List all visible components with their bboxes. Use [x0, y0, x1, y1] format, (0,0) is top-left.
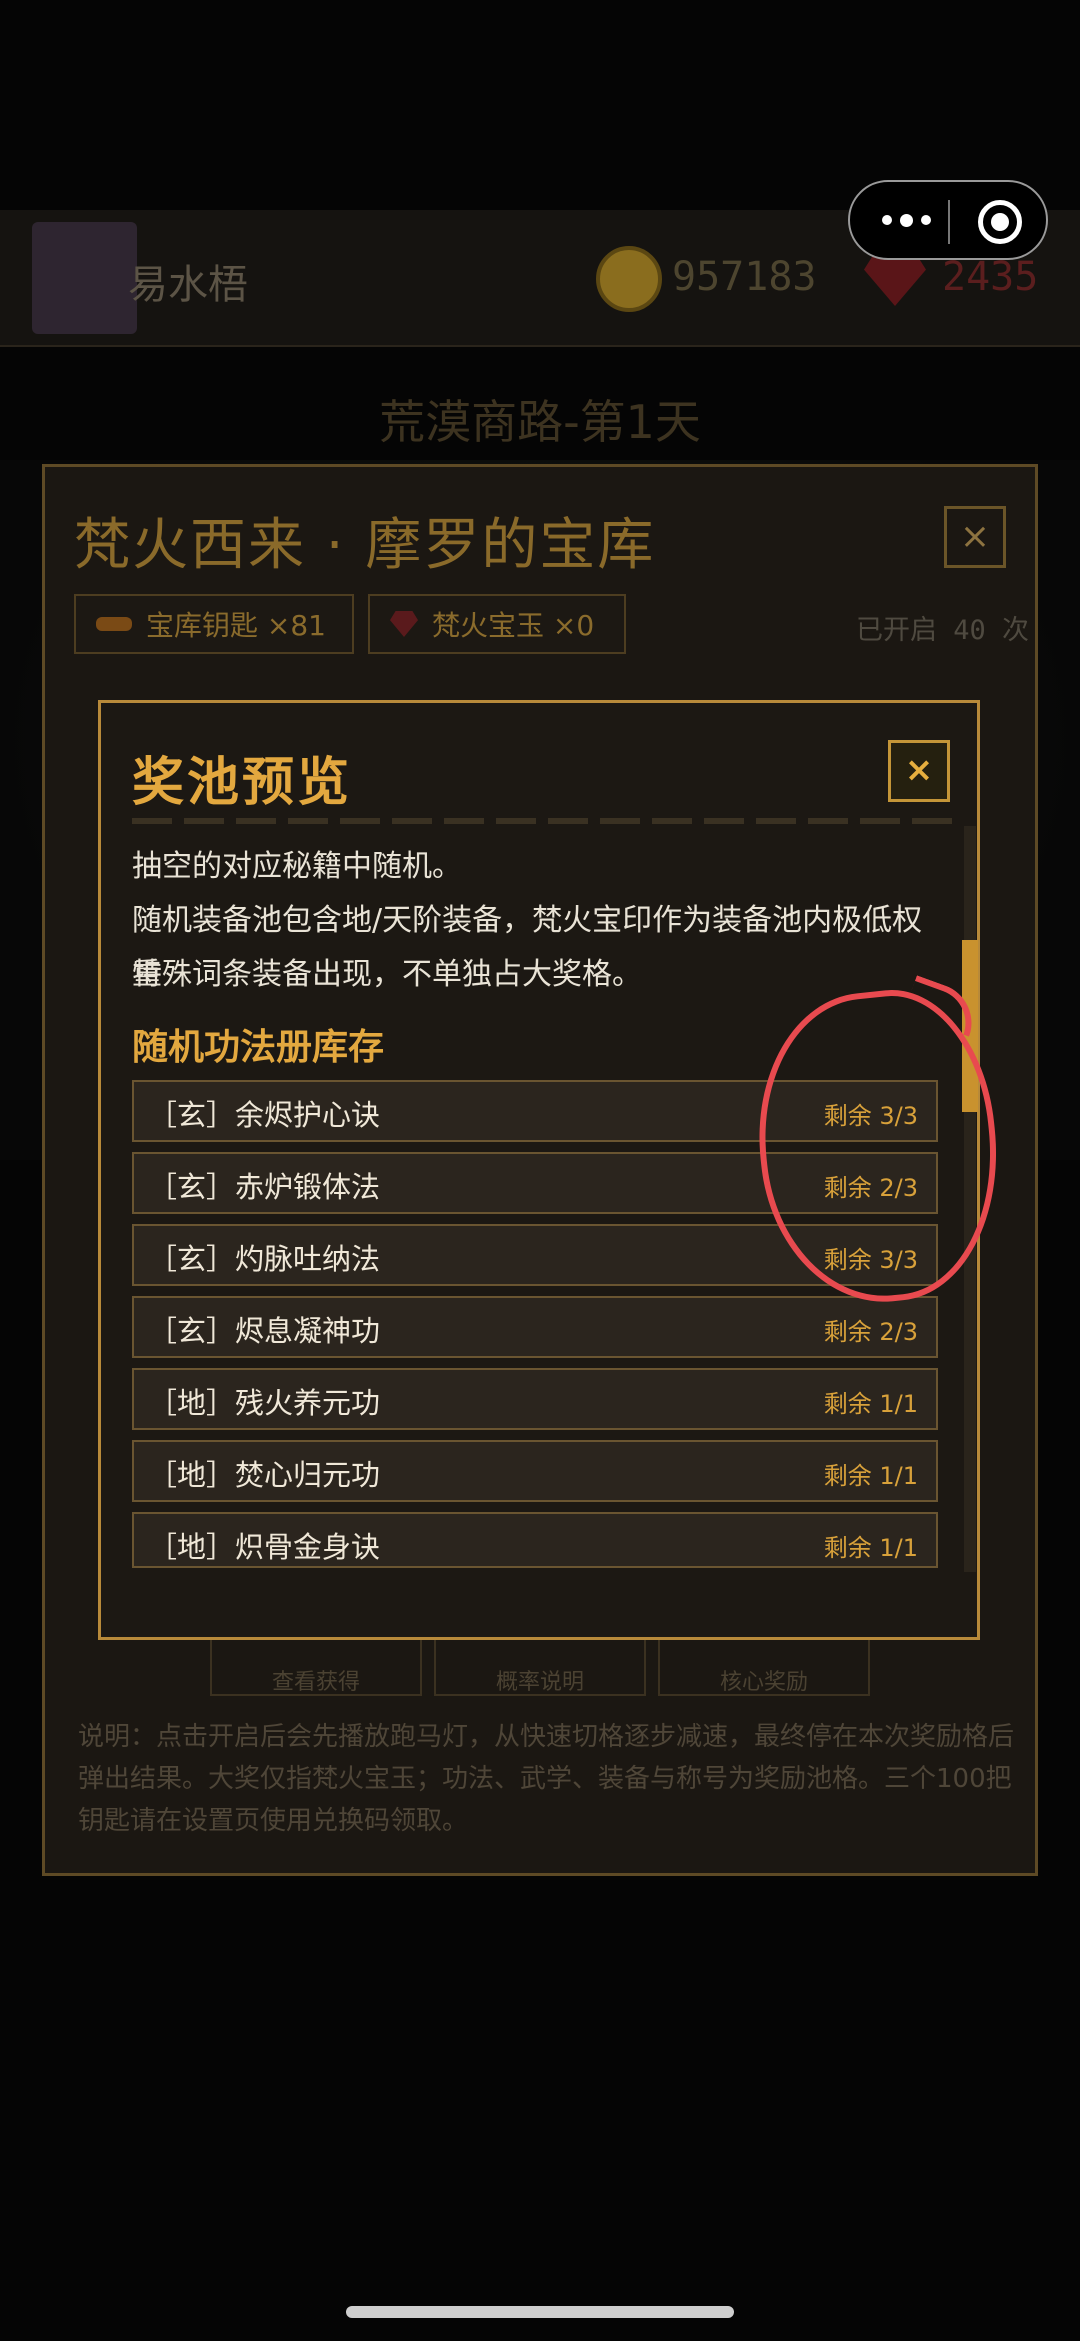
treasury-close-button[interactable]: ×	[944, 506, 1006, 568]
more-icon[interactable]	[874, 198, 938, 242]
item-count: 剩余 2/3	[823, 1318, 918, 1346]
item-name: ［地］残火养元功	[148, 1386, 381, 1420]
item-name: ［玄］赤炉锻体法	[148, 1170, 381, 1204]
coin-icon	[596, 246, 662, 312]
close-miniprogram-icon[interactable]	[978, 200, 1022, 244]
item-name: ［玄］灼脉吐纳法	[148, 1242, 381, 1276]
modal-close-button[interactable]: ×	[888, 740, 950, 802]
player-name: 易水梧	[128, 262, 248, 308]
modal-title: 奖池预览	[132, 753, 353, 813]
avatar[interactable]	[32, 222, 137, 334]
item-count: 剩余 1/1	[823, 1462, 918, 1490]
list-item: ［玄］烬息凝神功 剩余 2/3	[132, 1296, 938, 1358]
treasury-title: 梵火西来 · 摩罗的宝库	[74, 513, 656, 578]
jade-icon	[390, 611, 418, 637]
section-title: 随机功法册库存	[132, 1027, 385, 1068]
modal-divider	[132, 818, 954, 824]
opened-count: 已开启 40 次	[856, 615, 1030, 646]
list-item: ［地］焚心归元功 剩余 1/1	[132, 1440, 938, 1502]
item-name: ［玄］余烬护心诀	[148, 1098, 381, 1132]
key-label: 宝库钥匙 ×81	[146, 609, 326, 642]
treasury-info: 说明：点击开启后会先播放跑马灯，从快速切格逐步减速，最终停在本次奖励格后弹出结果…	[78, 1722, 1015, 1836]
jade-exchange-sub: 核心奖励	[719, 1670, 808, 1695]
pool-preview-sub: 概率说明	[495, 1670, 584, 1695]
jade-tag: 梵火宝玉 ×0	[368, 594, 626, 654]
pool-desc-line: 特殊词条装备出现，不单独占大奖格。	[132, 957, 642, 992]
key-icon	[96, 617, 132, 631]
key-tag: 宝库钥匙 ×81	[74, 594, 354, 654]
item-count: 剩余 1/1	[823, 1534, 918, 1562]
item-count: 剩余 1/1	[823, 1390, 918, 1418]
item-name: ［地］炽骨金身诀	[148, 1530, 381, 1564]
reward-record-sub: 查看获得	[271, 1670, 360, 1695]
pool-desc-line: 抽空的对应秘籍中随机。	[132, 849, 462, 884]
capsule-divider	[948, 200, 950, 244]
stage-title: 荒漠商路-第1天	[379, 395, 701, 449]
home-indicator	[346, 2306, 734, 2318]
list-item: ［地］炽骨金身诀 剩余 1/1	[132, 1512, 938, 1568]
item-name: ［玄］烬息凝神功	[148, 1314, 381, 1348]
item-name: ［地］焚心归元功	[148, 1458, 381, 1492]
coin-count: 957183	[672, 254, 817, 300]
wechat-capsule	[848, 180, 1048, 260]
gem-count: 2435	[942, 254, 1039, 300]
list-item: ［地］残火养元功 剩余 1/1	[132, 1368, 938, 1430]
jade-label: 梵火宝玉 ×0	[432, 609, 595, 642]
